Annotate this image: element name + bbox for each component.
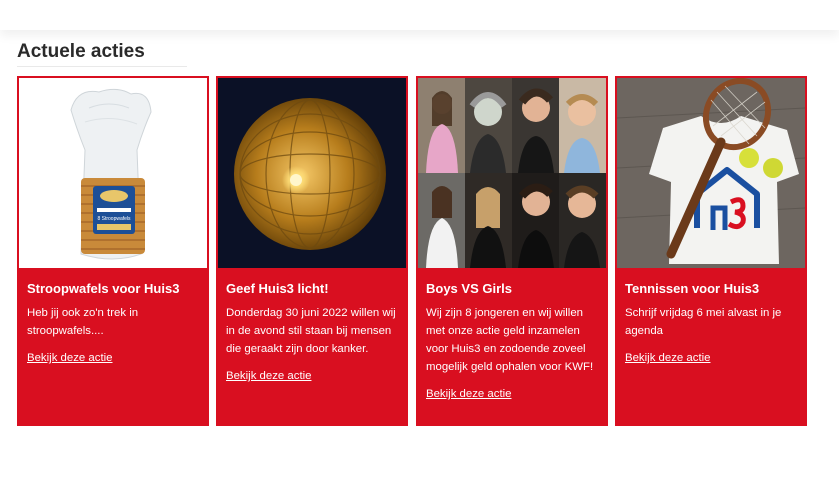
- view-action-link[interactable]: Bekijk deze actie: [27, 349, 203, 367]
- card-title: Boys VS Girls: [426, 281, 512, 296]
- action-card-licht[interactable]: Geef Huis3 licht! Donderdag 30 juni 2022…: [216, 76, 408, 426]
- card-description-block: Donderdag 30 juni 2022 willen wij in de …: [226, 304, 402, 385]
- card-description: Wij zijn 8 jongeren en wij willen met on…: [426, 307, 594, 373]
- section-title: Actuele acties: [17, 41, 145, 62]
- view-action-link[interactable]: Bekijk deze actie: [426, 385, 602, 403]
- action-card-tennissen[interactable]: Tennissen voor Huis3 Schrijf vrijdag 6 m…: [615, 76, 807, 426]
- view-action-link[interactable]: Bekijk deze actie: [625, 349, 801, 367]
- tennis-racket-shirt-image: [617, 78, 805, 268]
- card-description: Schrijf vrijdag 6 mei alvast in je agend…: [625, 307, 782, 337]
- portrait-collage-image: [418, 78, 606, 268]
- card-description: Heb jij ook zo'n trek in stroopwafels...…: [27, 307, 139, 337]
- stroopwafel-package-image: 8 Stroopwafels: [19, 78, 207, 268]
- title-divider: [17, 66, 187, 67]
- card-title: Geef Huis3 licht!: [226, 281, 329, 296]
- action-card-stroopwafels[interactable]: 8 Stroopwafels Stroopwafels voor Huis3 H…: [17, 76, 209, 426]
- paper-lantern-image: [218, 78, 406, 268]
- card-description: Donderdag 30 juni 2022 willen wij in de …: [226, 307, 396, 355]
- card-description-block: Wij zijn 8 jongeren en wij willen met on…: [426, 304, 602, 403]
- card-description-block: Schrijf vrijdag 6 mei alvast in je agend…: [625, 304, 801, 367]
- view-action-link[interactable]: Bekijk deze actie: [226, 367, 402, 385]
- card-title: Stroopwafels voor Huis3: [27, 281, 180, 296]
- header-bar: [0, 0, 839, 30]
- card-title: Tennissen voor Huis3: [625, 281, 760, 296]
- action-card-boys-vs-girls[interactable]: Boys VS Girls Wij zijn 8 jongeren en wij…: [416, 76, 608, 426]
- package-label-text: 8 Stroopwafels: [97, 216, 131, 222]
- card-description-block: Heb jij ook zo'n trek in stroopwafels...…: [27, 304, 203, 367]
